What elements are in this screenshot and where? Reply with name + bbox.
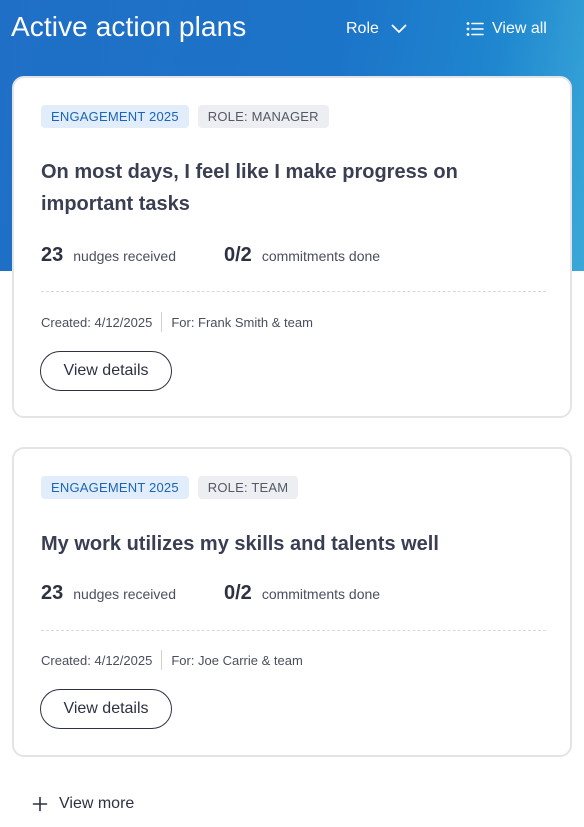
nudges-stat: 23 nudges received <box>41 244 176 267</box>
header-bar: Active action plans Role View all <box>0 0 584 58</box>
commitments-count: 0/2 <box>224 582 252 604</box>
commitments-label: commitments done <box>261 586 381 602</box>
dashed-divider <box>41 291 546 292</box>
view-more-button[interactable]: View more <box>32 793 134 815</box>
stats-row: 23 nudges received 0/2 commitments done <box>41 244 380 267</box>
role-tag: ROLE: TEAM <box>197 476 299 499</box>
dashed-divider <box>41 630 546 631</box>
role-tag: ROLE: MANAGER <box>197 105 329 128</box>
tag-list: ENGAGEMENT 2025 ROLE: TEAM <box>41 476 299 499</box>
commitments-stat: 0/2 commitments done <box>224 244 380 267</box>
created-date: Created: 4/12/2025 <box>41 652 153 668</box>
chevron-down-icon <box>391 24 407 34</box>
action-plans-page: Active action plans Role View all ENGAGE… <box>0 0 584 827</box>
action-plan-card: ENGAGEMENT 2025 ROLE: MANAGER On most da… <box>12 76 572 418</box>
stats-row: 23 nudges received 0/2 commitments done <box>41 582 380 605</box>
view-more-label: View more <box>59 795 135 812</box>
nudges-stat: 23 nudges received <box>41 582 176 605</box>
commitments-label: commitments done <box>261 248 381 264</box>
plus-icon <box>32 796 48 812</box>
created-date: Created: 4/12/2025 <box>41 314 153 330</box>
meta-separator <box>161 312 163 332</box>
commitments-stat: 0/2 commitments done <box>224 582 380 605</box>
role-filter-label: Role <box>346 20 379 37</box>
owner-text: For: Joe Carrie & team <box>171 652 303 668</box>
meta-row: Created: 4/12/2025 For: Frank Smith & te… <box>41 312 313 332</box>
survey-tag: ENGAGEMENT 2025 <box>41 105 189 128</box>
nudges-label: nudges received <box>73 248 176 264</box>
tag-list: ENGAGEMENT 2025 ROLE: MANAGER <box>41 105 329 128</box>
role-filter-button[interactable]: Role <box>346 16 407 42</box>
view-details-button[interactable]: View details <box>40 351 172 391</box>
view-all-label: View all <box>492 20 547 37</box>
meta-row: Created: 4/12/2025 For: Joe Carrie & tea… <box>41 650 303 670</box>
nudges-count: 23 <box>41 582 64 604</box>
view-all-button[interactable]: View all <box>466 16 547 42</box>
owner-text: For: Frank Smith & team <box>171 314 313 330</box>
page-title: Active action plans <box>11 11 247 42</box>
nudges-count: 23 <box>41 244 64 266</box>
action-plan-title: My work utilizes my skills and talents w… <box>41 533 439 555</box>
view-details-button[interactable]: View details <box>40 689 172 729</box>
action-plan-title: On most days, I feel like I make progres… <box>41 161 458 215</box>
action-plan-card: ENGAGEMENT 2025 ROLE: TEAM My work utili… <box>12 447 572 757</box>
nudges-label: nudges received <box>73 586 176 602</box>
list-icon <box>466 21 484 37</box>
commitments-count: 0/2 <box>224 244 252 266</box>
survey-tag: ENGAGEMENT 2025 <box>41 476 189 499</box>
meta-separator <box>161 650 163 670</box>
